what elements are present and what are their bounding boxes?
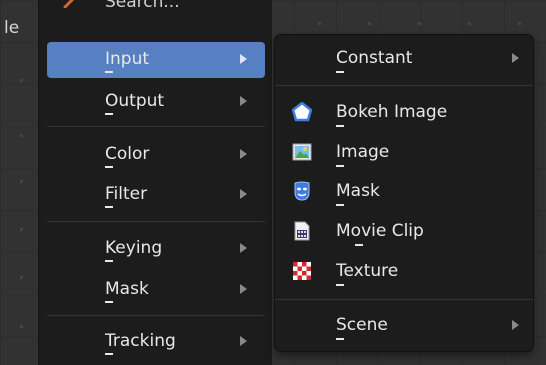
menu-item-label: Tracking <box>105 331 176 351</box>
mnemonic-underline <box>105 166 113 168</box>
search-icon <box>63 0 75 8</box>
submenu-item-texture[interactable]: Texture <box>275 254 533 290</box>
mnemonic-underline <box>105 260 113 262</box>
mnemonic-underline <box>336 125 344 127</box>
submenu-arrow-icon <box>240 149 247 159</box>
submenu-item-label: Mask <box>336 181 380 201</box>
menu-item-tracking[interactable]: Tracking <box>47 324 265 360</box>
mnemonic-underline <box>336 338 344 340</box>
submenu-arrow-icon <box>240 96 247 106</box>
submenu-arrow-icon <box>512 320 519 330</box>
submenu-item-mask[interactable]: Mask <box>275 174 533 210</box>
submenu-item-movie-clip[interactable]: Movie Clip <box>275 214 533 250</box>
submenu-item-label: Movie Clip <box>336 221 424 241</box>
menu-item-label: Mask <box>105 279 149 299</box>
texture-icon <box>293 262 311 280</box>
mnemonic-underline <box>336 165 344 167</box>
menu-separator <box>47 126 265 127</box>
search-row[interactable]: Search... <box>39 0 273 22</box>
grid-dot <box>20 325 23 328</box>
grid-dot <box>318 22 321 25</box>
mnemonic-underline <box>336 204 344 206</box>
menu-item-input[interactable]: Input <box>47 42 265 78</box>
mnemonic-underline <box>105 353 113 355</box>
menu-separator <box>47 221 265 222</box>
submenu-arrow-icon <box>240 189 247 199</box>
movie-clip-icon <box>294 221 310 241</box>
mnemonic-underline <box>105 71 113 73</box>
submenu-arrow-icon <box>240 243 247 253</box>
submenu-item-label: Scene <box>336 315 388 335</box>
grid-dot <box>20 276 23 279</box>
grid-dot <box>418 22 421 25</box>
submenu-item-label: Texture <box>336 261 399 281</box>
menu-item-label: Keying <box>105 238 163 258</box>
mnemonic-underline <box>336 284 344 286</box>
search-label: Search... <box>105 0 180 12</box>
image-icon <box>292 143 312 161</box>
grid-dot <box>468 22 471 25</box>
mnemonic-underline <box>105 113 113 115</box>
menu-item-color[interactable]: Color <box>47 137 265 173</box>
submenu-arrow-icon <box>240 284 247 294</box>
menu-item-label: Input <box>105 49 150 69</box>
mnemonic-underline <box>336 71 344 73</box>
submenu-separator <box>275 299 533 300</box>
header-text-fragment: le <box>4 18 20 38</box>
menu-item-label: Output <box>105 91 165 111</box>
menu-item-mask[interactable]: Mask <box>47 272 265 308</box>
bokeh-icon <box>292 102 312 122</box>
mask-icon <box>294 181 310 201</box>
menu-separator <box>47 315 265 316</box>
submenu-item-scene[interactable]: Scene <box>275 308 533 344</box>
submenu-item-image[interactable]: Image <box>275 135 533 171</box>
menu-item-keying[interactable]: Keying <box>47 231 265 267</box>
submenu-item-label: Constant <box>336 48 413 68</box>
submenu-item-bokeh-image[interactable]: Bokeh Image <box>275 95 533 131</box>
grid-dot <box>20 228 23 231</box>
mnemonic-underline <box>105 206 113 208</box>
submenu-item-constant[interactable]: Constant <box>275 41 533 77</box>
mnemonic-underline <box>355 244 363 246</box>
grid-dot <box>20 79 23 82</box>
submenu-item-label: Bokeh Image <box>336 102 448 122</box>
submenu-arrow-icon <box>512 53 519 63</box>
submenu-separator <box>275 85 533 86</box>
mnemonic-underline <box>105 301 113 303</box>
grid-dot <box>368 22 371 25</box>
grid-dot <box>20 134 23 137</box>
grid-dot <box>20 180 23 183</box>
menu-item-output[interactable]: Output <box>47 84 265 120</box>
submenu-arrow-icon <box>240 54 247 64</box>
menu-item-label: Filter <box>105 184 148 204</box>
menu-item-label: Color <box>105 144 150 164</box>
submenu-item-label: Image <box>336 142 390 162</box>
grid-dot <box>518 22 521 25</box>
menu-item-filter[interactable]: Filter <box>47 177 265 213</box>
submenu-arrow-icon <box>240 336 247 346</box>
input-submenu: Constant Bokeh Image Image Mask Movie Cl… <box>275 35 533 351</box>
add-node-menu: Search... Input Output Color Filter Keyi… <box>38 0 272 365</box>
